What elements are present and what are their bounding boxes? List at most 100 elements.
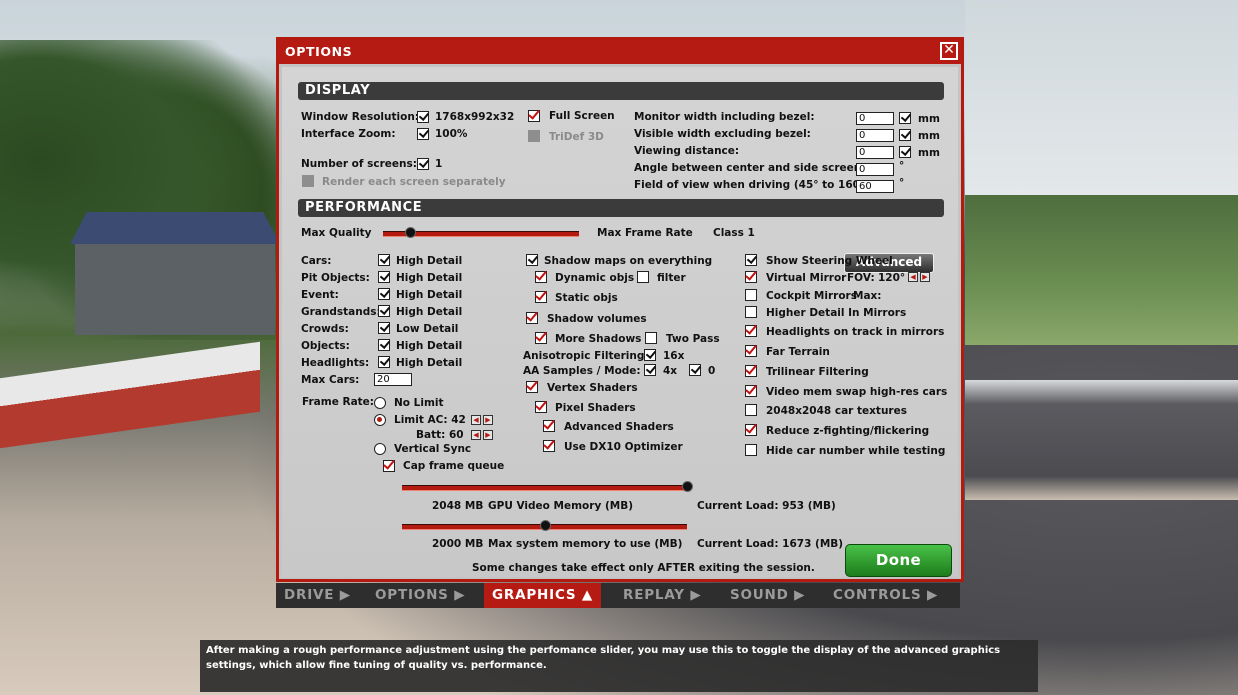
cap-frame-queue-checkbox[interactable] — [383, 460, 395, 472]
max-cars-field[interactable]: 20 — [374, 373, 412, 386]
title-bar: OPTIONS ✕ — [279, 40, 961, 64]
headlights-mirrors-checkbox[interactable] — [745, 325, 757, 337]
window-title: OPTIONS — [285, 44, 353, 59]
perf-row-dropdown[interactable] — [378, 322, 390, 334]
aa-mode-dropdown[interactable] — [689, 364, 701, 376]
system-memory-slider-knob[interactable] — [539, 520, 551, 531]
gpu-memory-slider-knob[interactable] — [682, 481, 693, 492]
viewing-distance-field[interactable]: 0 — [856, 146, 894, 159]
shadow-maps-checkbox[interactable] — [526, 254, 538, 266]
aniso-dropdown[interactable] — [644, 349, 656, 361]
perf-row-dropdown[interactable] — [378, 305, 390, 317]
more-shadows-checkbox[interactable] — [535, 332, 547, 344]
vertex-shaders-checkbox[interactable] — [526, 381, 538, 393]
trees-right — [965, 195, 1238, 345]
visible-width-dropdown[interactable] — [899, 129, 911, 141]
filter-label: filter — [657, 272, 686, 284]
window-resolution-dropdown[interactable] — [417, 111, 429, 123]
no-limit-label: No Limit — [394, 397, 444, 409]
close-icon[interactable]: ✕ — [940, 42, 958, 60]
fov-field[interactable]: 60 — [856, 180, 894, 193]
viewing-distance-dropdown[interactable] — [899, 146, 911, 158]
visible-width-label: Visible width excluding bezel: — [634, 128, 811, 140]
shadow-volumes-checkbox[interactable] — [526, 312, 538, 324]
render-each-label: Render each screen separately — [322, 176, 506, 188]
show-steering-checkbox[interactable] — [745, 254, 757, 266]
aa-mode-value: 0 — [708, 365, 716, 377]
perf-row-dropdown[interactable] — [378, 339, 390, 351]
window-resolution-value: 1768x992x32 — [435, 111, 515, 123]
reduce-z-checkbox[interactable] — [745, 424, 757, 436]
higher-detail-mirrors-label: Higher Detail In Mirrors — [766, 307, 907, 319]
perf-row-dropdown[interactable] — [378, 271, 390, 283]
car-textures-label: 2048x2048 car textures — [766, 405, 907, 417]
dx10-checkbox[interactable] — [543, 440, 555, 452]
aa-samples-dropdown[interactable] — [644, 364, 656, 376]
batt-decrease[interactable]: ◀ — [471, 430, 481, 440]
perf-row-dropdown[interactable] — [378, 288, 390, 300]
perf-row-value: High Detail — [396, 289, 463, 301]
num-screens-value: 1 — [435, 158, 443, 170]
interface-zoom-dropdown[interactable] — [417, 128, 429, 140]
tab-graphics[interactable]: GRAPHICS ▲ — [484, 583, 602, 608]
limit-ac-decrease[interactable]: ◀ — [471, 415, 481, 425]
full-screen-checkbox[interactable] — [528, 110, 540, 122]
trilinear-checkbox[interactable] — [745, 365, 757, 377]
higher-detail-mirrors-checkbox[interactable] — [745, 306, 757, 318]
tab-controls[interactable]: CONTROLS ▶ — [833, 583, 938, 608]
monitor-width-dropdown[interactable] — [899, 112, 911, 124]
limit-ac-radio[interactable] — [374, 414, 386, 426]
tridef-checkbox[interactable] — [528, 130, 540, 142]
show-steering-label: Show Steering Wheel — [766, 255, 893, 267]
perf-row-value: Low Detail — [396, 323, 459, 335]
perf-row-label: Cars: — [301, 255, 332, 267]
no-limit-radio[interactable] — [374, 397, 386, 409]
perf-row-dropdown[interactable] — [378, 356, 390, 368]
filter-checkbox[interactable] — [637, 271, 649, 283]
bottom-tab-bar: DRIVE ▶ OPTIONS ▶ GRAPHICS ▲ REPLAY ▶ SO… — [276, 583, 960, 608]
aniso-value: 16x — [663, 350, 685, 362]
aniso-label: Anisotropic Filtering: — [523, 350, 649, 362]
visible-width-field[interactable]: 0 — [856, 129, 894, 142]
vertical-sync-radio[interactable] — [374, 443, 386, 455]
done-button[interactable]: Done — [845, 544, 952, 577]
batt-increase[interactable]: ▶ — [483, 430, 493, 440]
frame-rate-label: Frame Rate: — [302, 396, 374, 408]
interface-zoom-label: Interface Zoom: — [301, 128, 396, 140]
tab-drive[interactable]: DRIVE ▶ — [284, 583, 351, 608]
viewing-distance-label: Viewing distance: — [634, 145, 740, 157]
mirror-fov-decrease[interactable]: ◀ — [908, 272, 918, 282]
headlights-mirrors-label: Headlights on track in mirrors — [766, 326, 945, 338]
perf-row-value: High Detail — [396, 357, 463, 369]
tooltip-text: After making a rough performance adjustm… — [206, 645, 1001, 671]
car-textures-checkbox[interactable] — [745, 404, 757, 416]
tab-options[interactable]: OPTIONS ▶ — [375, 583, 465, 608]
num-screens-dropdown[interactable] — [417, 158, 429, 170]
dynamic-objs-checkbox[interactable] — [535, 271, 547, 283]
pixel-shaders-checkbox[interactable] — [535, 401, 547, 413]
monitor-width-unit: mm — [918, 113, 940, 125]
mirror-fov-increase[interactable]: ▶ — [920, 272, 930, 282]
gpu-memory-slider[interactable] — [402, 485, 687, 491]
perf-row-dropdown[interactable] — [378, 254, 390, 266]
aa-label: AA Samples / Mode: — [523, 365, 641, 377]
monitor-width-label: Monitor width including bezel: — [634, 111, 815, 123]
sky — [965, 0, 1238, 210]
render-each-checkbox[interactable] — [302, 175, 314, 187]
two-pass-checkbox[interactable] — [645, 332, 657, 344]
perf-row-value: High Detail — [396, 340, 463, 352]
limit-ac-increase[interactable]: ▶ — [483, 415, 493, 425]
angle-field[interactable]: 0 — [856, 163, 894, 176]
virtual-mirror-checkbox[interactable] — [745, 271, 757, 283]
class-label: Class 1 — [713, 227, 755, 239]
hide-car-number-checkbox[interactable] — [745, 444, 757, 456]
full-screen-label: Full Screen — [549, 110, 615, 122]
tab-sound[interactable]: SOUND ▶ — [730, 583, 805, 608]
monitor-width-field[interactable]: 0 — [856, 112, 894, 125]
video-mem-swap-checkbox[interactable] — [745, 385, 757, 397]
advanced-shaders-checkbox[interactable] — [543, 420, 555, 432]
tab-replay[interactable]: REPLAY ▶ — [623, 583, 702, 608]
cockpit-mirrors-checkbox[interactable] — [745, 289, 757, 301]
far-terrain-checkbox[interactable] — [745, 345, 757, 357]
static-objs-checkbox[interactable] — [535, 291, 547, 303]
